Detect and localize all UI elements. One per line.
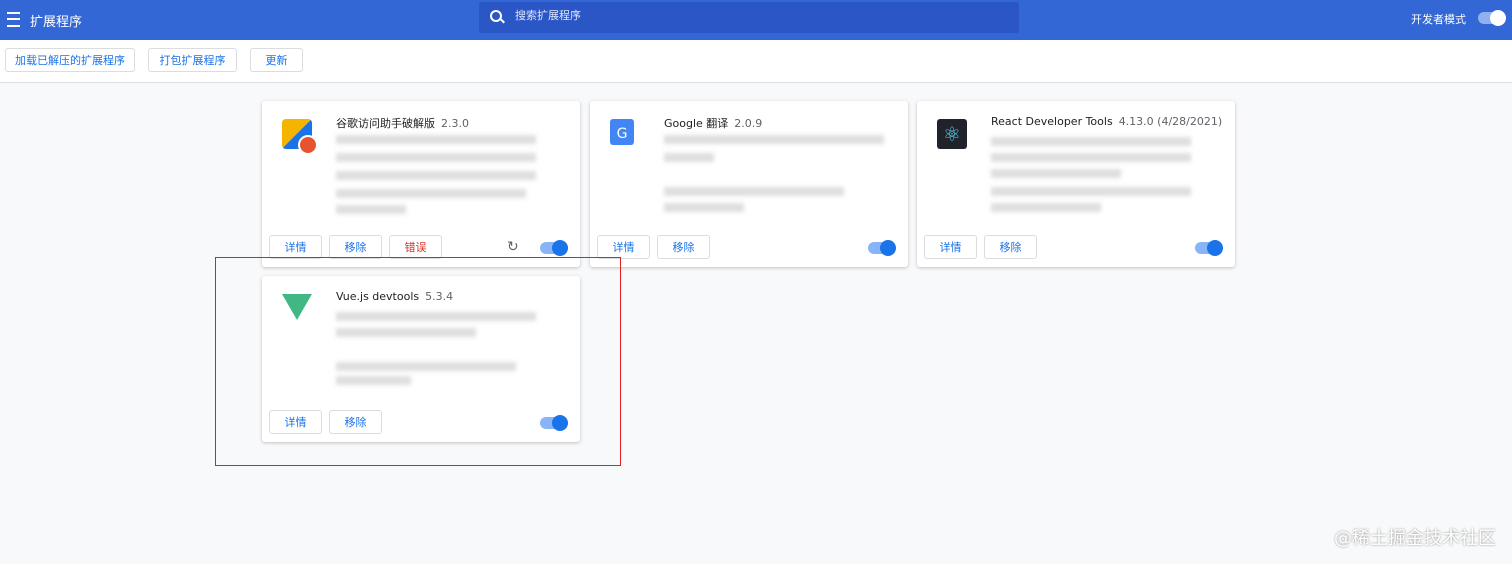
update-button[interactable]: 更新 — [250, 48, 303, 72]
google-access-helper-icon — [282, 119, 318, 155]
google-translate-icon: G — [610, 119, 634, 145]
details-button[interactable]: 详情 — [924, 235, 977, 259]
remove-button[interactable]: 移除 — [657, 235, 710, 259]
highlight-box — [215, 257, 621, 466]
remove-button[interactable]: 移除 — [329, 235, 382, 259]
reload-icon[interactable]: ↻ — [507, 239, 519, 255]
load-unpacked-button[interactable]: 加载已解压的扩展程序 — [5, 48, 135, 72]
remove-button[interactable]: 移除 — [984, 235, 1037, 259]
extension-card: G Google 翻译 2.0.9 详情 移除 — [590, 101, 908, 267]
extension-version: 2.0.9 — [734, 117, 763, 130]
menu-icon[interactable] — [7, 12, 20, 27]
dev-mode-toggle[interactable] — [1478, 10, 1506, 26]
extension-version: 4.13.0 (4/28/2021) — [1118, 115, 1223, 128]
react-icon: ⚛ — [937, 119, 967, 149]
watermark: @稀土掘金技术社区 — [1334, 528, 1496, 549]
enable-toggle[interactable] — [1195, 240, 1223, 256]
extension-name: React Developer Tools — [991, 115, 1113, 128]
toolbar: 加载已解压的扩展程序 打包扩展程序 更新 — [0, 40, 1512, 83]
enable-toggle[interactable] — [868, 240, 896, 256]
details-button[interactable]: 详情 — [597, 235, 650, 259]
enable-toggle[interactable] — [540, 240, 568, 256]
dev-mode-label: 开发者模式 — [1411, 13, 1466, 26]
extension-name: 谷歌访问助手破解版 — [336, 117, 435, 130]
extension-card: ⚛ React Developer Tools 4.13.0 (4/28/2021… — [917, 101, 1235, 267]
search-box[interactable] — [479, 2, 1019, 33]
extension-version: 2.3.0 — [441, 117, 469, 130]
errors-button[interactable]: 错误 — [389, 235, 442, 259]
search-input[interactable] — [513, 8, 997, 23]
details-button[interactable]: 详情 — [269, 235, 322, 259]
page-title: 扩展程序 — [30, 15, 83, 30]
search-icon — [490, 10, 502, 22]
extension-card: 谷歌访问助手破解版 2.3.0 详情 移除 错误 ↻ — [262, 101, 580, 267]
extension-name: Google 翻译 — [664, 117, 729, 130]
app-header: 扩展程序 开发者模式 — [0, 0, 1512, 40]
pack-extension-button[interactable]: 打包扩展程序 — [148, 48, 237, 72]
